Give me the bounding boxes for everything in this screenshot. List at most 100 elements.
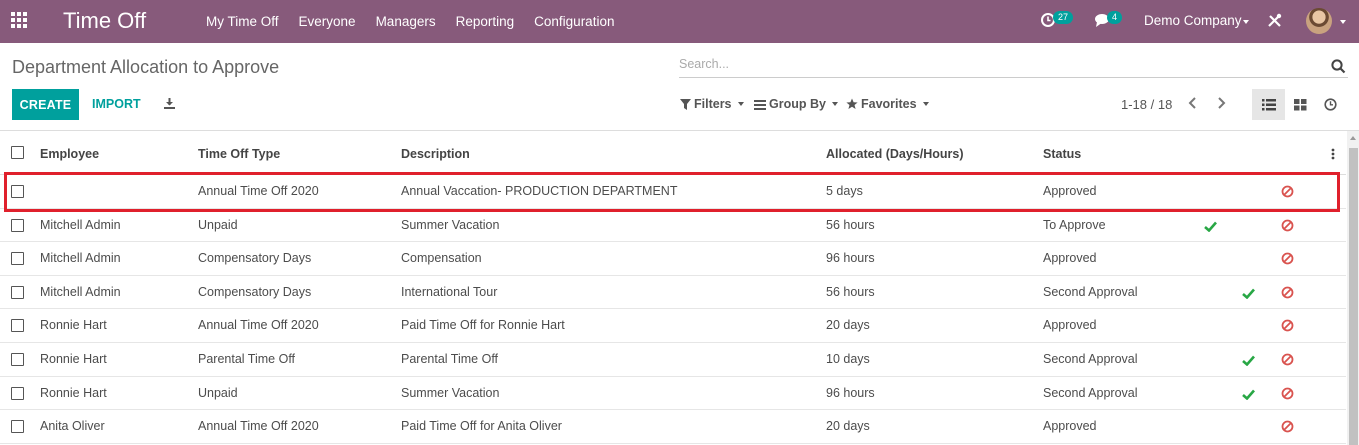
menu-managers[interactable]: Managers: [376, 14, 436, 29]
cell-status: To Approve: [1043, 217, 1106, 232]
kanban-view-icon: [1294, 98, 1307, 110]
cell-description: Summer Vacation: [401, 217, 500, 232]
cell-employee: Ronnie Hart: [40, 385, 107, 400]
kanban-view-button[interactable]: [1284, 89, 1317, 120]
cell-status: Second Approval: [1043, 284, 1138, 299]
company-switcher[interactable]: Demo Company: [1144, 13, 1242, 28]
main-menu: My Time Off Everyone Managers Reporting …: [206, 0, 634, 43]
column-header-status[interactable]: Status: [1043, 147, 1081, 161]
filter-icon: [680, 98, 691, 110]
refuse-icon[interactable]: [1281, 420, 1294, 438]
cell-description: International Tour: [401, 284, 498, 299]
row-checkbox[interactable]: [11, 252, 24, 266]
filters-button[interactable]: Filters: [680, 97, 744, 111]
row-checkbox[interactable]: [11, 285, 24, 299]
table-row[interactable]: Ronnie Hart Unpaid Summer Vacation 96 ho…: [0, 377, 1346, 411]
scrollbar-thumb[interactable]: [1349, 148, 1358, 445]
validate-icon[interactable]: [1242, 286, 1255, 304]
list-view-button[interactable]: [1252, 89, 1285, 120]
cell-employee: Anita Oliver: [40, 419, 105, 434]
table-header: Employee Time Off Type Description Alloc…: [0, 131, 1346, 175]
cell-allocated: 20 days: [826, 419, 870, 434]
company-name: Demo Company: [1144, 13, 1242, 28]
cell-time-off-type: Unpaid: [198, 385, 238, 400]
menu-my-time-off[interactable]: My Time Off: [206, 14, 279, 29]
search-bar: [679, 53, 1348, 78]
cell-allocated: 56 hours: [826, 284, 875, 299]
avatar[interactable]: [1306, 8, 1332, 34]
row-checkbox[interactable]: [11, 218, 24, 232]
refuse-icon[interactable]: [1281, 319, 1294, 337]
validate-icon[interactable]: [1242, 353, 1255, 371]
cell-time-off-type: Compensatory Days: [198, 251, 312, 266]
validate-icon[interactable]: [1242, 387, 1255, 405]
table-row[interactable]: Ronnie Hart Annual Time Off 2020 Paid Ti…: [0, 309, 1346, 343]
cell-description: Parental Time Off: [401, 351, 499, 366]
cell-description: Paid Time Off for Ronnie Hart: [401, 318, 565, 333]
refuse-icon[interactable]: [1281, 252, 1294, 270]
menu-reporting[interactable]: Reporting: [456, 14, 515, 29]
chevron-down-icon: [1340, 20, 1346, 24]
activity-view-button[interactable]: [1314, 89, 1347, 120]
favorites-button[interactable]: Favorites: [846, 97, 929, 111]
refuse-icon[interactable]: [1281, 185, 1294, 203]
cell-description: Paid Time Off for Anita Oliver: [401, 419, 562, 434]
cell-allocated: 20 days: [826, 318, 870, 333]
search-icon[interactable]: [1331, 59, 1346, 79]
chevron-right-icon[interactable]: [1216, 96, 1226, 115]
import-button[interactable]: IMPORT: [92, 97, 141, 111]
cell-status: Second Approval: [1043, 385, 1138, 400]
menu-configuration[interactable]: Configuration: [534, 14, 614, 29]
cell-allocated: 96 hours: [826, 385, 875, 400]
row-checkbox[interactable]: [11, 185, 24, 198]
column-header-employee[interactable]: Employee: [40, 147, 99, 161]
group-by-button[interactable]: Group By: [754, 97, 838, 111]
create-button[interactable]: CREATE: [12, 89, 79, 120]
chevron-left-icon[interactable]: [1188, 96, 1198, 115]
column-header-allocated[interactable]: Allocated (Days/Hours): [826, 147, 964, 161]
optional-columns-icon[interactable]: [1331, 147, 1335, 165]
download-icon[interactable]: [163, 97, 176, 115]
cell-time-off-type: Compensatory Days: [198, 284, 312, 299]
table-row[interactable]: Annual Time Off 2020 Annual Vaccation- P…: [0, 175, 1346, 209]
apps-grid-icon[interactable]: [11, 12, 29, 30]
refuse-icon[interactable]: [1281, 219, 1294, 237]
table-row[interactable]: Mitchell Admin Compensatory Days Compens…: [0, 242, 1346, 276]
select-all-checkbox[interactable]: [11, 146, 24, 159]
cell-employee: Mitchell Admin: [40, 284, 121, 299]
table-row[interactable]: Mitchell Admin Compensatory Days Interna…: [0, 276, 1346, 310]
table-row[interactable]: Mitchell Admin Unpaid Summer Vacation 56…: [0, 209, 1346, 243]
refuse-icon[interactable]: [1281, 286, 1294, 304]
cell-status: Approved: [1043, 251, 1097, 266]
star-icon: [846, 98, 858, 109]
cell-allocated: 10 days: [826, 351, 870, 366]
scroll-up-icon[interactable]: [1350, 136, 1356, 140]
cell-allocated: 56 hours: [826, 217, 875, 232]
list-icon: [754, 99, 766, 110]
column-header-description[interactable]: Description: [401, 147, 470, 161]
column-header-time-off-type[interactable]: Time Off Type: [198, 147, 280, 161]
cell-allocated: 5 days: [826, 184, 863, 198]
table-row[interactable]: Ronnie Hart Parental Time Off Parental T…: [0, 343, 1346, 377]
row-checkbox[interactable]: [11, 420, 24, 434]
cell-time-off-type: Unpaid: [198, 217, 238, 232]
table-body: Annual Time Off 2020 Annual Vaccation- P…: [0, 175, 1346, 444]
activity-count-badge: 27: [1053, 11, 1074, 24]
group-by-label: Group By: [769, 97, 826, 111]
refuse-icon[interactable]: [1281, 387, 1294, 405]
row-checkbox[interactable]: [11, 352, 24, 366]
search-input[interactable]: [679, 53, 1319, 71]
approve-icon[interactable]: [1204, 219, 1217, 237]
table-row[interactable]: Anita Oliver Annual Time Off 2020 Paid T…: [0, 410, 1346, 444]
cell-employee: Ronnie Hart: [40, 351, 107, 366]
row-checkbox[interactable]: [11, 319, 24, 333]
pager-value[interactable]: 1-18 / 18: [1121, 97, 1172, 112]
cell-description: Compensation: [401, 251, 482, 266]
list-view-icon: [1261, 98, 1276, 110]
tools-icon[interactable]: [1267, 13, 1282, 33]
row-checkbox[interactable]: [11, 386, 24, 400]
refuse-icon[interactable]: [1281, 353, 1294, 371]
menu-everyone[interactable]: Everyone: [299, 14, 356, 29]
cell-employee: Mitchell Admin: [40, 251, 121, 266]
cell-status: Approved: [1043, 318, 1097, 333]
